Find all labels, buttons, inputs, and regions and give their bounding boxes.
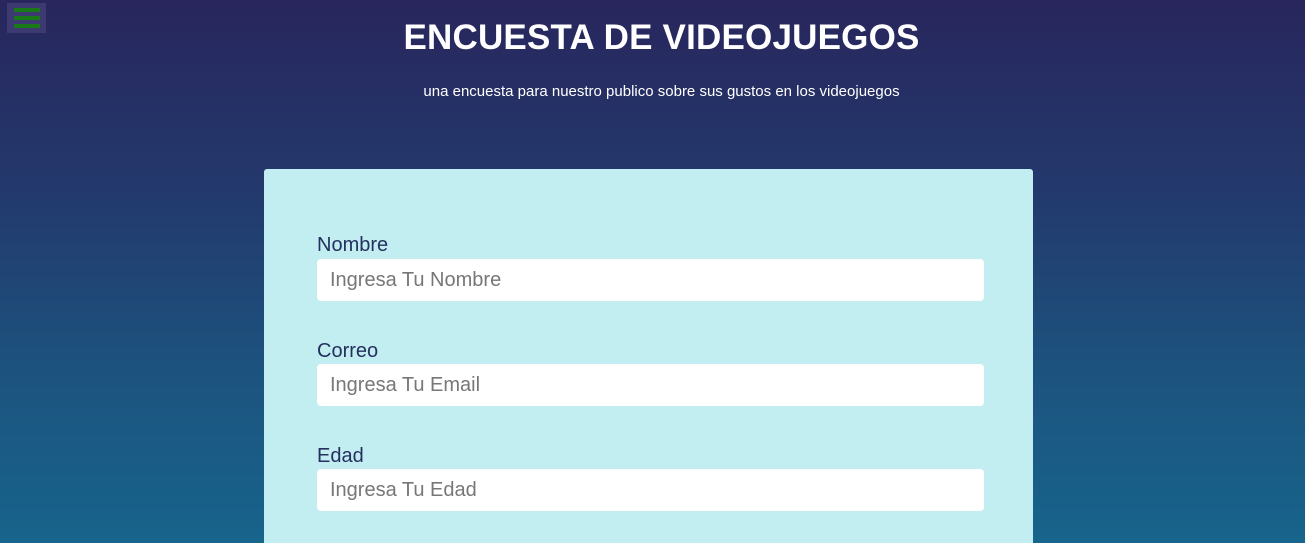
name-input[interactable]	[317, 259, 984, 301]
hamburger-menu-icon	[13, 8, 40, 12]
page-subtitle: una encuesta para nuestro publico sobre …	[423, 83, 900, 100]
age-label: Edad	[317, 445, 364, 467]
email-label: Correo	[317, 340, 379, 362]
age-input[interactable]	[317, 469, 984, 511]
name-label: Nombre	[317, 234, 389, 256]
email-input[interactable]	[317, 364, 984, 406]
page-title: ENCUESTA DE VIDEOJUEGOS	[403, 18, 920, 57]
survey-form: Nombre Correo Edad	[264, 169, 1033, 543]
